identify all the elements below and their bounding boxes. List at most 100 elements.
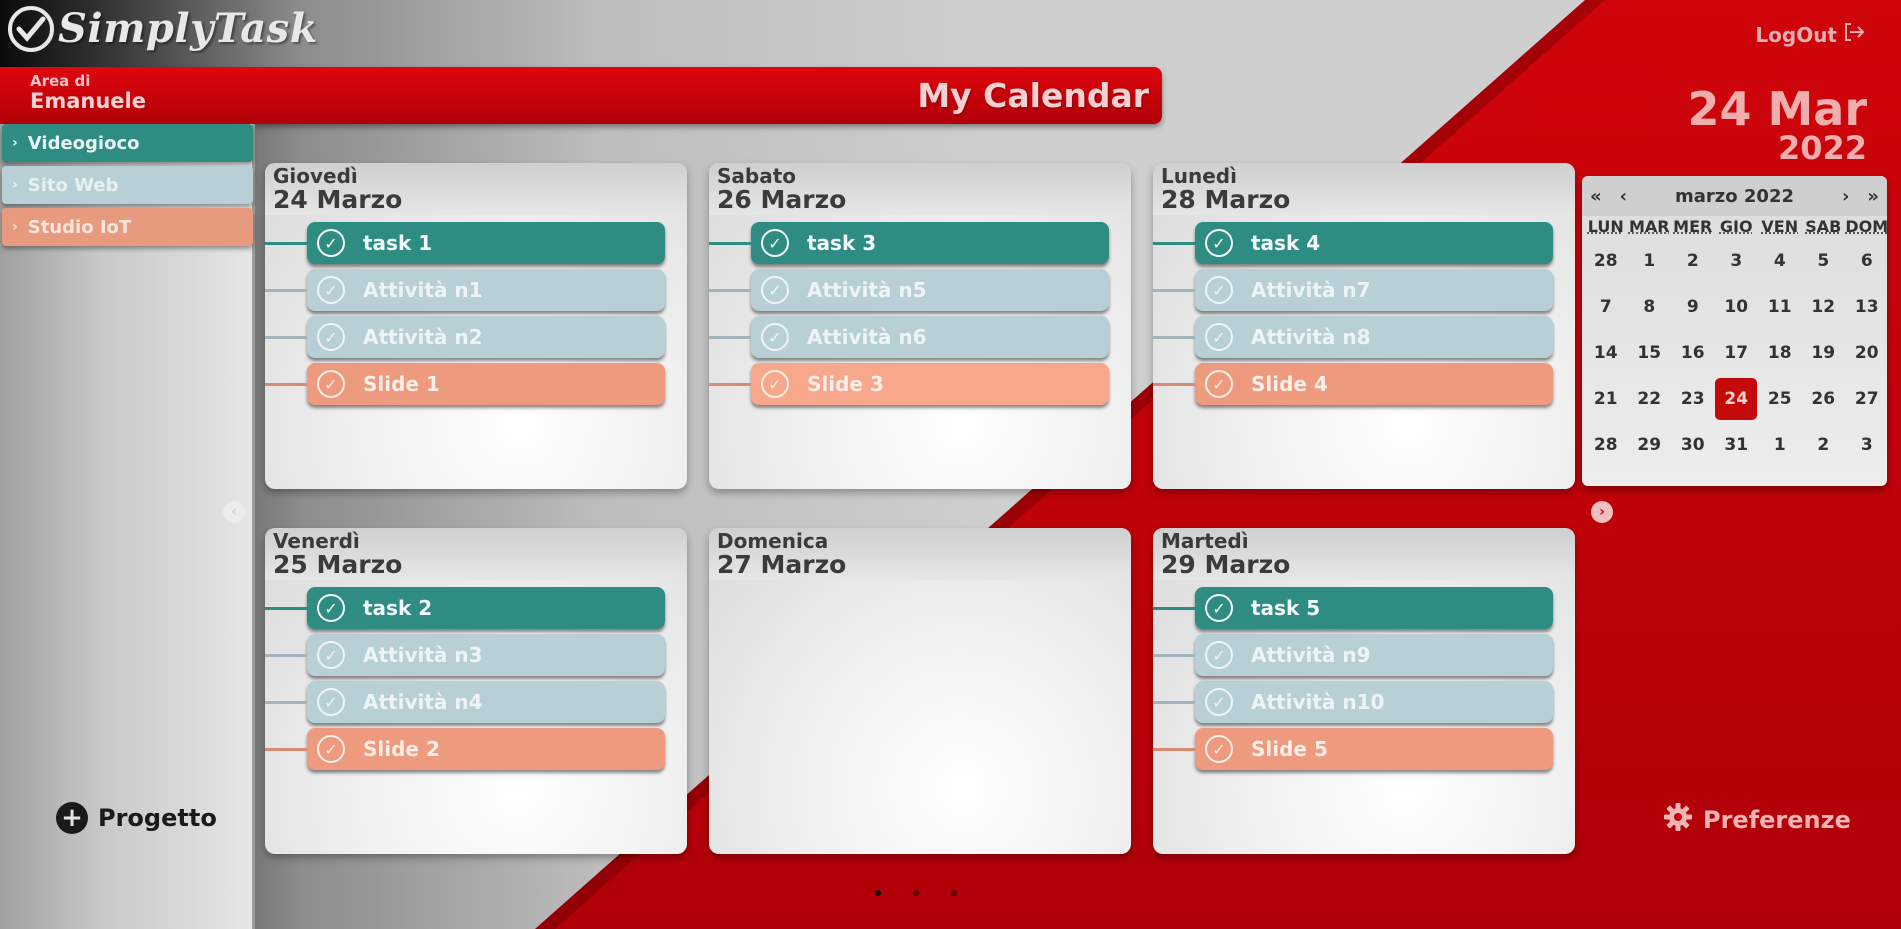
task-label: Attività n6 (807, 325, 927, 349)
task-item[interactable]: ✓ Attività n2 (265, 316, 665, 358)
calendar-day[interactable]: 5 (1802, 238, 1846, 284)
check-circle-icon[interactable]: ✓ (1205, 323, 1233, 351)
calendar-day[interactable]: 25 (1758, 376, 1802, 422)
calendar-day[interactable]: 13 (1845, 284, 1889, 330)
calendar-day-number: 22 (1637, 389, 1662, 409)
check-circle-icon[interactable]: ✓ (1205, 276, 1233, 304)
sidebar-item-studio-iot[interactable]: › Studio IoT (2, 208, 253, 246)
check-circle-icon[interactable]: ✓ (761, 229, 789, 257)
check-circle-icon[interactable]: ✓ (317, 229, 345, 257)
task-item[interactable]: ✓ Slide 4 (1153, 363, 1553, 405)
check-circle-icon[interactable]: ✓ (317, 323, 345, 351)
pagination-dot[interactable] (875, 890, 881, 896)
last-page-button[interactable]: » (1867, 186, 1879, 207)
calendar-day[interactable]: 15 (1628, 330, 1672, 376)
task-item[interactable]: ✓ Slide 2 (265, 728, 665, 770)
task-item[interactable]: ✓ Attività n5 (709, 269, 1109, 311)
calendar-day[interactable]: 22 (1628, 376, 1672, 422)
task-item[interactable]: ✓ task 1 (265, 222, 665, 264)
task-item[interactable]: ✓ Slide 1 (265, 363, 665, 405)
calendar-day[interactable]: 20 (1845, 330, 1889, 376)
calendar-day[interactable]: 4 (1758, 238, 1802, 284)
check-circle-icon[interactable]: ✓ (317, 641, 345, 669)
calendar-day[interactable]: 1 (1628, 238, 1672, 284)
task-item[interactable]: ✓ task 4 (1153, 222, 1553, 264)
calendar-day[interactable]: 3 (1845, 422, 1889, 468)
check-circle-icon[interactable]: ✓ (317, 688, 345, 716)
calendar-day[interactable]: 21 (1584, 376, 1628, 422)
calendar-weekday-header: MER (1673, 217, 1713, 236)
check-circle-icon[interactable]: ✓ (317, 276, 345, 304)
sidebar-item-label: Videogioco (27, 132, 140, 154)
sidebar-item-videogioco[interactable]: › Videogioco (2, 124, 253, 162)
app-logo[interactable]: SimplyTask (8, 5, 318, 52)
calendar-day[interactable]: 2 (1802, 422, 1846, 468)
task-item[interactable]: ✓ Attività n8 (1153, 316, 1553, 358)
check-circle-icon[interactable]: ✓ (1205, 370, 1233, 398)
check-circle-icon[interactable]: ✓ (1205, 688, 1233, 716)
task-label: Slide 1 (363, 372, 440, 396)
calendar-weekday-header: VEN (1761, 217, 1799, 236)
calendar-day[interactable]: 1 (1758, 422, 1802, 468)
check-circle-icon[interactable]: ✓ (1205, 229, 1233, 257)
check-circle-icon[interactable]: ✓ (317, 594, 345, 622)
check-circle-icon[interactable]: ✓ (1205, 641, 1233, 669)
check-circle-icon[interactable]: ✓ (1205, 594, 1233, 622)
calendar-day[interactable]: 16 (1671, 330, 1715, 376)
check-circle-icon[interactable]: ✓ (761, 276, 789, 304)
calendar-day[interactable]: 24 (1715, 376, 1759, 422)
check-circle-icon[interactable]: ✓ (317, 370, 345, 398)
calendar-day[interactable]: 3 (1715, 238, 1759, 284)
check-circle-icon[interactable]: ✓ (1205, 735, 1233, 763)
calendar-day[interactable]: 19 (1802, 330, 1846, 376)
calendar-day[interactable]: 27 (1845, 376, 1889, 422)
calendar-day-number: 16 (1680, 343, 1705, 363)
logout-button[interactable]: LogOut (1755, 22, 1865, 47)
calendar-day[interactable]: 6 (1845, 238, 1889, 284)
task-item[interactable]: ✓ Attività n9 (1153, 634, 1553, 676)
task-item[interactable]: ✓ task 5 (1153, 587, 1553, 629)
prev-month-button[interactable]: ‹ (1620, 186, 1627, 207)
calendar-day[interactable]: 23 (1671, 376, 1715, 422)
next-month-button[interactable]: › (1842, 186, 1849, 207)
task-item[interactable]: ✓ Slide 5 (1153, 728, 1553, 770)
calendar-day[interactable]: 7 (1584, 284, 1628, 330)
task-label: Attività n10 (1251, 690, 1385, 714)
calendar-day[interactable]: 26 (1802, 376, 1846, 422)
calendar-day[interactable]: 30 (1671, 422, 1715, 468)
calendar-day[interactable]: 28 (1584, 238, 1628, 284)
calendar-day[interactable]: 11 (1758, 284, 1802, 330)
task-item[interactable]: ✓ Attività n4 (265, 681, 665, 723)
calendar-day[interactable]: 29 (1628, 422, 1672, 468)
calendar-day[interactable]: 10 (1715, 284, 1759, 330)
calendar-day[interactable]: 18 (1758, 330, 1802, 376)
task-item[interactable]: ✓ Slide 3 (709, 363, 1109, 405)
next-page-arrow-icon[interactable]: › (1591, 501, 1613, 523)
calendar-day[interactable]: 2 (1671, 238, 1715, 284)
pagination-dot[interactable] (913, 890, 919, 896)
task-item[interactable]: ✓ Attività n7 (1153, 269, 1553, 311)
pagination-dot[interactable] (951, 890, 957, 896)
calendar-day[interactable]: 17 (1715, 330, 1759, 376)
calendar-day[interactable]: 28 (1584, 422, 1628, 468)
calendar-day[interactable]: 12 (1802, 284, 1846, 330)
check-circle-icon[interactable]: ✓ (761, 370, 789, 398)
task-item[interactable]: ✓ Attività n6 (709, 316, 1109, 358)
first-page-button[interactable]: « (1590, 186, 1602, 207)
calendar-day[interactable]: 14 (1584, 330, 1628, 376)
calendar-day[interactable]: 9 (1671, 284, 1715, 330)
prev-page-arrow-icon[interactable]: ‹ (223, 501, 245, 523)
task-item[interactable]: ✓ task 3 (709, 222, 1109, 264)
check-circle-icon[interactable]: ✓ (761, 323, 789, 351)
calendar-day[interactable]: 31 (1715, 422, 1759, 468)
calendar-month-label[interactable]: marzo 2022 (1675, 186, 1794, 207)
task-item[interactable]: ✓ Attività n3 (265, 634, 665, 676)
calendar-day[interactable]: 8 (1628, 284, 1672, 330)
preferences-button[interactable]: Preferenze (1663, 802, 1851, 838)
add-project-button[interactable]: + Progetto (56, 802, 217, 834)
sidebar-item-sito-web[interactable]: › Sito Web (2, 166, 253, 204)
task-item[interactable]: ✓ task 2 (265, 587, 665, 629)
task-item[interactable]: ✓ Attività n10 (1153, 681, 1553, 723)
check-circle-icon[interactable]: ✓ (317, 735, 345, 763)
task-item[interactable]: ✓ Attività n1 (265, 269, 665, 311)
